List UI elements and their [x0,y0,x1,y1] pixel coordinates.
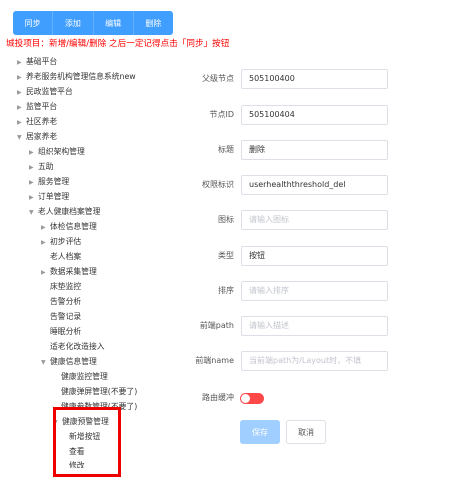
tree-node[interactable]: 健康监控管理 [61,370,108,384]
tree-node[interactable]: ▶ 订单管理 [29,190,69,204]
permission-label: 权限标识 [202,180,234,189]
tree-node-label: 告警记录 [50,312,82,321]
node-id-field[interactable] [241,105,388,125]
tree-node[interactable]: ▼ 老人健康档案管理 [29,205,100,219]
caret-right-icon: ▶ [17,119,22,126]
route-cache-toggle[interactable] [240,393,264,404]
caret-down-icon: ▼ [17,134,22,141]
tree-node[interactable]: ▶ 民政监管平台 [17,85,73,99]
tree-node-label: 床垫监控 [50,282,82,291]
tree-node[interactable]: ▼ 健康信息管理 [41,355,97,369]
type-label: 类型 [218,251,234,260]
caret-right-icon: ▶ [29,179,34,186]
tree-node[interactable]: ▼ 居家养老 [17,130,57,144]
tree-node-label: 初步评估 [50,237,82,246]
sort-field[interactable] [241,281,388,301]
caret-right-icon: ▶ [29,194,34,201]
tree-node[interactable]: 健康弹屏管理(不要了) [61,385,137,399]
tree-node-label: 健康弹屏管理(不要了) [61,387,138,396]
caret-right-icon: ▶ [17,59,22,66]
tree-node[interactable]: ▶ 体检信息管理 [41,220,97,234]
toggle-knob [241,394,250,403]
icon-label: 图标 [218,215,234,224]
tree-node[interactable]: 告警记录 [50,310,81,324]
caret-right-icon: ▶ [17,104,22,111]
caret-right-icon: ▶ [41,239,46,246]
permission-field[interactable] [241,175,388,195]
tree-node-label: 睡眠分析 [50,327,82,336]
sync-button[interactable]: 同步 [13,11,54,35]
tree-node-label: 基础平台 [26,57,58,66]
delete-button[interactable]: 删除 [134,11,173,35]
tree-node[interactable]: ▶ 数据采集管理 [41,265,97,279]
caret-right-icon: ▶ [29,149,34,156]
tree-node-label: 组织架构管理 [38,147,85,156]
title-label: 标题 [218,145,234,154]
tree-node-label: 服务管理 [38,177,70,186]
tree-node[interactable]: ▶ 监管平台 [17,100,57,114]
add-button[interactable]: 添加 [53,11,94,35]
frontend-name-field[interactable] [241,351,388,371]
toolbar: 同步 添加 编辑 删除 [13,11,173,35]
title-field[interactable] [241,140,388,160]
frontend-name-label: 前端name [195,356,234,365]
caret-right-icon: ▶ [17,74,22,81]
tree-node-label: 老人健康档案管理 [38,207,101,216]
tree-node-label: 五助 [38,162,54,171]
tree-node-label: 健康信息管理 [50,357,97,366]
node-id-label: 节点ID [209,110,234,119]
tree-node-label: 老人档案 [50,252,82,261]
tree-node-label: 居家养老 [26,132,58,141]
parent-node-field[interactable] [241,69,388,89]
tree-node-label: 适老化改造接入 [50,342,105,351]
tree-node-label: 体检信息管理 [50,222,97,231]
caret-right-icon: ▶ [17,89,22,96]
parent-node-label: 父级节点 [202,74,234,83]
edit-button[interactable]: 编辑 [94,11,134,35]
sync-warning-text: 城投项目：新增/编辑/删除 之后一定记得点击「同步」按钮 [6,39,230,49]
caret-down-icon: ▼ [29,209,34,216]
tree-node-label: 养老服务机构管理信息系统new [26,72,136,81]
tree-node-label: 民政监管平台 [26,87,73,96]
tree-node-label: 订单管理 [38,192,70,201]
tree-node-label: 健康监控管理 [61,372,108,381]
caret-down-icon: ▼ [41,359,46,366]
tree-node[interactable]: 床垫监控 [50,280,81,294]
save-button[interactable]: 保存 [240,420,280,444]
tree-node[interactable]: 告警分析 [50,295,81,309]
caret-right-icon: ▶ [41,269,46,276]
tree-node[interactable]: 老人档案 [50,250,81,264]
tree-node[interactable]: 睡眠分析 [50,325,81,339]
frontend-path-field[interactable] [241,316,388,336]
tree-node[interactable]: ▶ 社区养老 [17,115,57,129]
route-cache-label: 路由缓冲 [202,393,234,402]
tree-node-label: 社区养老 [26,117,58,126]
tree-node-label: 告警分析 [50,297,82,306]
tree-node[interactable]: ▶ 基础平台 [17,55,57,69]
frontend-path-label: 前端path [199,321,234,330]
icon-field[interactable] [241,210,388,230]
caret-right-icon: ▶ [29,164,34,171]
tree-node[interactable]: ▶ 初步评估 [41,235,81,249]
tree-node[interactable]: ▶ 服务管理 [29,175,69,189]
tree-node[interactable]: ▶ 五助 [29,160,54,174]
tree-node[interactable]: ▶ 养老服务机构管理信息系统new [17,70,136,84]
tree-node-label: 数据采集管理 [50,267,97,276]
highlight-box [53,407,121,477]
caret-right-icon: ▶ [41,224,46,231]
type-field[interactable] [241,246,388,266]
tree-node-label: 监管平台 [26,102,58,111]
cancel-button[interactable]: 取消 [286,420,326,444]
tree-node[interactable]: ▶ 组织架构管理 [29,145,85,159]
sort-label: 排序 [218,286,234,295]
tree-node[interactable]: 适老化改造接入 [50,340,105,354]
